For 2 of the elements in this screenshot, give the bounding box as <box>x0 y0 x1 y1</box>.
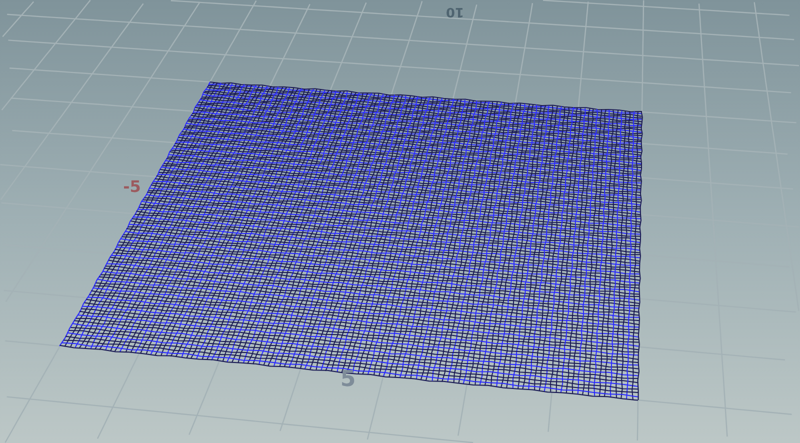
axis-label: -5 <box>123 177 141 196</box>
axis-label: 5 <box>340 367 356 392</box>
